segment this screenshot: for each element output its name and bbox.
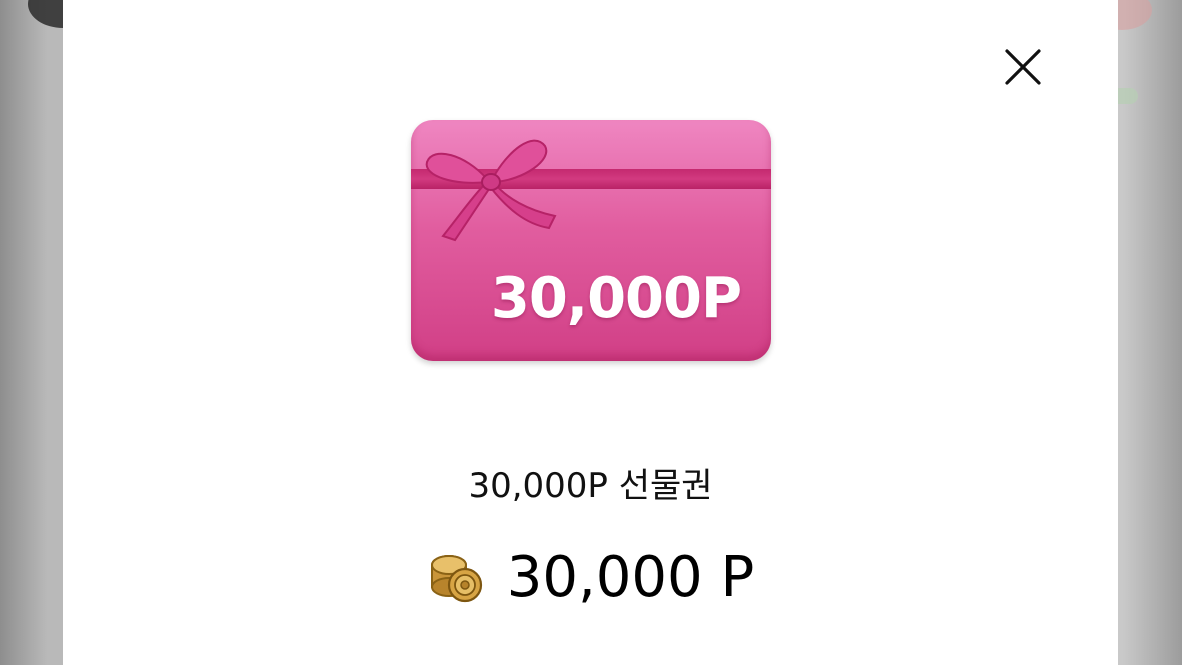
product-title: 30,000P 선물권 [468, 466, 713, 506]
ribbon-bow-icon [425, 139, 557, 242]
price-row: 30,000 P [63, 545, 1118, 610]
price-value: 30,000 P [506, 545, 755, 610]
coin-stack-icon [427, 551, 485, 605]
gift-card-image: 30,000P [411, 120, 771, 361]
close-button[interactable] [1000, 44, 1046, 90]
close-icon [1005, 49, 1041, 85]
gift-card-amount: 30,000P [490, 266, 742, 331]
product-detail-modal: 30,000P 30,000P 선물권 30,000 P [63, 0, 1118, 665]
